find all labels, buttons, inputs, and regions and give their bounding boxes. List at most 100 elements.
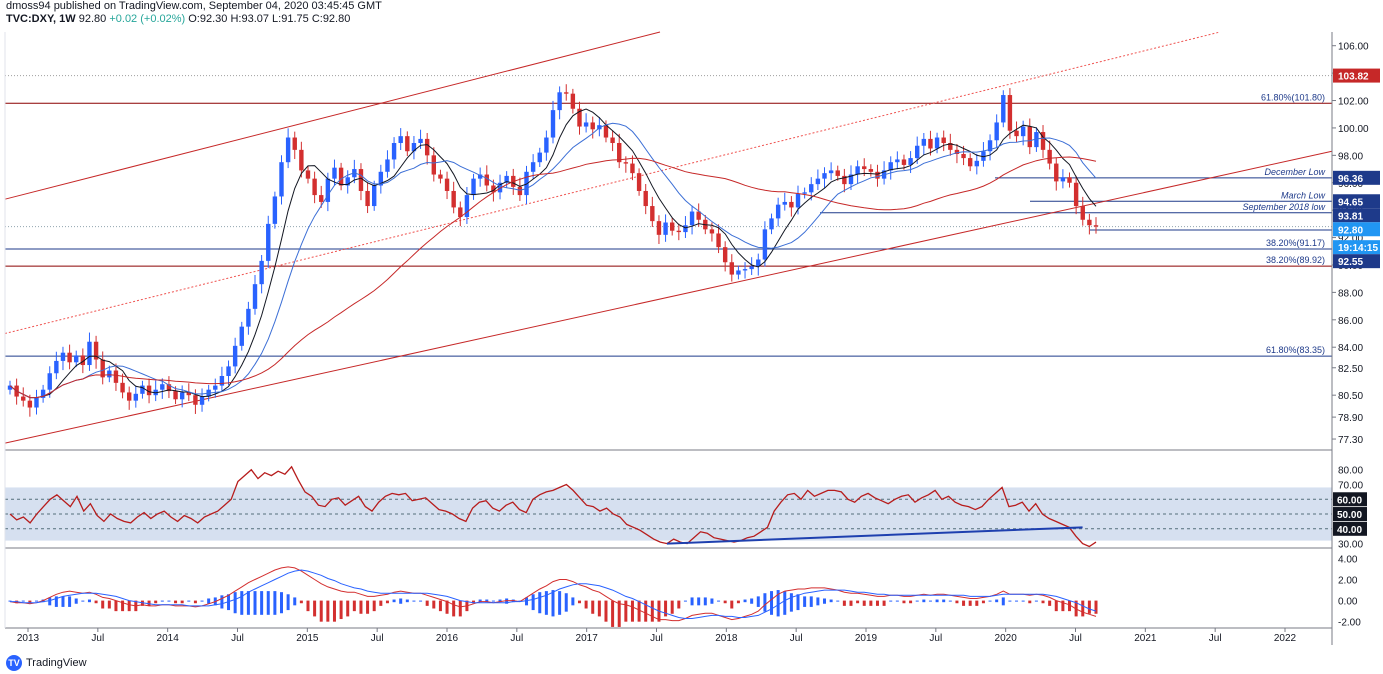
macd-histogram-bar [988,600,992,602]
level-annotation: September 2018 low [1242,202,1325,212]
candle-body [332,167,337,179]
candle-body [722,247,728,263]
macd-histogram-bar [187,600,191,602]
macd-histogram-bar [823,598,826,604]
candle-body [716,233,721,248]
macd-histogram-bar [571,597,575,606]
candle-body [424,138,430,156]
candle-body [1027,126,1032,148]
macd-histogram-bar [677,600,681,609]
macd-tick-label: 2.00 [1338,576,1358,587]
tradingview-logo-icon[interactable]: TV [6,655,22,671]
candle-body [623,162,629,164]
macd-histogram-bar [240,591,244,615]
price-panel[interactable]: 61.80%(101.80) December Low March Low Septe… [4,31,1333,444]
macd-histogram-bar [74,598,78,604]
candle-body [669,222,675,231]
macd-histogram-bar [372,600,376,612]
macd-histogram-bar [412,600,416,602]
macd-histogram-bar [889,600,893,602]
candle-body [537,152,542,163]
candle-body [729,262,734,275]
macd-histogram-bar [306,600,310,612]
macd-histogram-bar [419,600,423,602]
candle-body [530,162,536,172]
macd-histogram-bar [200,600,204,602]
rsi-tick-label: 80.00 [1338,466,1363,477]
candle-body [199,396,205,405]
time-tick-label: Jul [1209,633,1222,644]
macd-histogram-bar [915,600,919,602]
macd-histogram-bar [538,592,542,614]
time-tick-label: 2017 [576,633,599,644]
candle-body [795,193,801,208]
candle-body [272,196,278,224]
macd-histogram-bar [167,600,171,602]
candle-body [921,138,927,146]
candle-body [1007,95,1013,131]
candle-body [544,137,549,153]
rsi-panel[interactable] [5,465,1332,548]
candle-body [928,138,933,149]
candle-body [862,166,867,170]
macd-histogram-bar [743,599,747,603]
candle-body [107,370,112,378]
candle-body [305,170,311,179]
macd-histogram-bar [127,600,131,612]
macd-histogram-bar [180,600,184,604]
candle-body [27,400,33,408]
candle-body [405,136,410,152]
macd-histogram-bar [233,592,237,614]
candle-body [1001,95,1006,123]
candle-body [636,173,642,191]
macd-histogram-bar [809,596,813,607]
macd-histogram-bar [909,600,913,604]
macd-histogram-bar [564,593,568,612]
macd-histogram-bar [611,600,615,627]
level-annotation: 61.80%(83.35) [1266,345,1325,355]
macd-histogram-bar [763,593,767,612]
candle-body [133,393,139,401]
macd-histogram-bar [68,596,72,607]
candle-body [769,218,774,230]
price-label-text: 92.80 [1338,225,1363,236]
time-tick-label: Jul [790,633,803,644]
macd-histogram-bar [703,597,707,606]
macd-histogram-bar [882,600,886,606]
candle-body [385,159,390,172]
candle-body [74,355,79,363]
macd-histogram-bar [193,600,197,604]
candle-body [246,308,251,327]
macd-histogram-bar [220,595,224,609]
macd-panel[interactable] [8,566,1098,627]
candle-body [689,211,695,226]
time-tick-label: 2016 [436,633,459,644]
macd-histogram-bar [796,594,800,611]
macd-histogram-bar [803,596,807,607]
macd-histogram-bar [107,600,111,609]
macd-histogram-bar [21,600,25,602]
candle-body [21,396,26,401]
price-tick-label: 78.90 [1338,413,1363,424]
macd-histogram-bar [650,600,654,622]
candle-body [802,192,807,194]
macd-histogram-bar [902,600,906,604]
footer-brand[interactable]: TradingView [26,657,87,669]
candle-body [749,266,754,270]
macd-histogram-bar [922,599,926,603]
candle-body [1087,219,1092,226]
candle-body [915,145,920,159]
macd-histogram-bar [366,600,370,614]
macd-histogram-bar [955,600,959,604]
candle-body [471,178,476,196]
candle-body [285,137,291,163]
macd-histogram-bar [339,600,343,620]
macd-histogram-bar [1028,600,1032,604]
candle-body [736,270,741,275]
macd-histogram-bar [849,600,853,606]
macd-histogram-bar [981,600,985,604]
chart-canvas[interactable]: 61.80%(101.80) December Low March Low Septe… [0,0,1383,674]
price-tick-label: 84.00 [1338,343,1363,354]
macd-histogram-bar [829,599,833,603]
macd-histogram-bar [246,591,250,615]
